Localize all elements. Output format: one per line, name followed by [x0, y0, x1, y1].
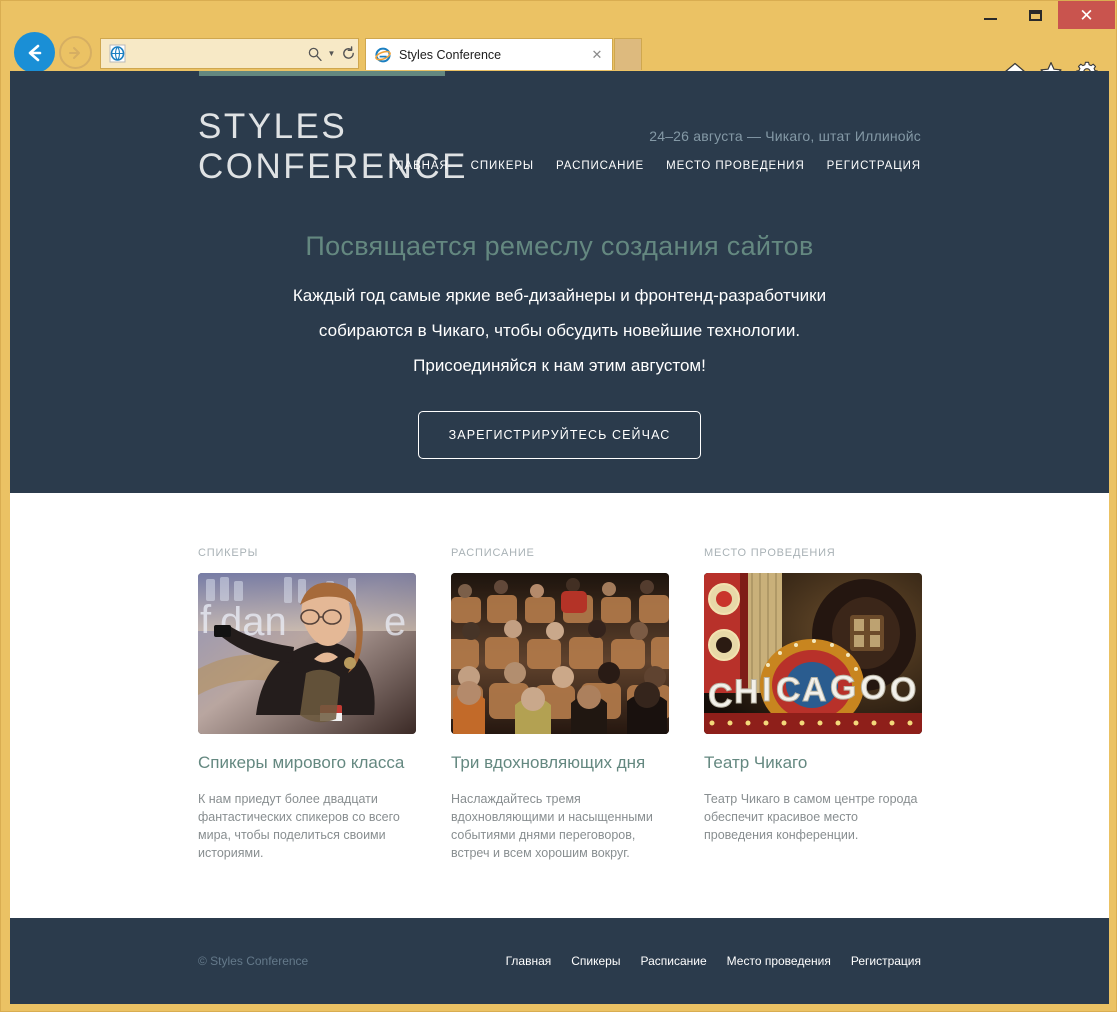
svg-text:H: H — [734, 673, 759, 711]
nav-item-venue[interactable]: МЕСТО ПРОВЕДЕНИЯ — [666, 160, 805, 172]
minimize-icon — [984, 17, 997, 20]
logo-line-1: STYLES — [198, 107, 348, 146]
footer-link-home[interactable]: Главная — [506, 954, 552, 968]
browser-toolbar: ▼ Styles Conference ✕ — [1, 29, 1116, 83]
page-load-progress-bar — [199, 71, 445, 76]
register-now-button[interactable]: ЗАРЕГИСТРИРУЙТЕСЬ СЕЙЧАС — [417, 411, 702, 459]
site-footer: © Styles Conference Главная Спикеры Расп… — [10, 918, 1109, 1004]
new-tab-button[interactable] — [614, 38, 642, 70]
search-icon[interactable] — [305, 47, 325, 61]
teaser-label-speakers: СПИКЕРЫ — [198, 547, 259, 559]
maximize-button[interactable] — [1013, 1, 1058, 29]
teaser-card-speakers[interactable]: СПИКЕРЫ f dan e Спикеры мирового класса … — [198, 547, 416, 862]
close-window-button[interactable]: ✕ — [1058, 1, 1115, 29]
page-viewport: STYLES CONFERENCE 24–26 августа — Чикаго… — [10, 71, 1109, 1004]
copyright-text: © Styles Conference — [198, 954, 309, 968]
svg-text:e: e — [384, 600, 406, 644]
svg-text:A: A — [802, 671, 827, 709]
nav-item-register[interactable]: РЕГИСТРАЦИЯ — [827, 160, 921, 172]
teaser-text-speakers: К нам приедут более двадцати фантастичес… — [198, 792, 400, 860]
nav-item-speakers[interactable]: СПИКЕРЫ — [471, 160, 534, 172]
hero-section: STYLES CONFERENCE 24–26 августа — Чикаго… — [10, 71, 1109, 493]
svg-text:f: f — [200, 598, 212, 642]
teaser-card-schedule[interactable]: РАСПИСАНИЕ Три вдохновляющих дня Наслажд… — [451, 547, 669, 862]
hero-content: Посвящается ремеслу создания сайтов Кажд… — [198, 203, 921, 459]
hero-line-2: собираются в Чикаго, чтобы обсудить нове… — [318, 321, 801, 340]
teaser-text-venue: Театр Чикаго в самом центре города обесп… — [704, 792, 918, 842]
close-icon: ✕ — [1079, 5, 1094, 25]
address-input[interactable] — [130, 39, 305, 68]
site-logo[interactable]: STYLES CONFERENCE — [198, 107, 468, 187]
svg-text:C: C — [776, 671, 801, 709]
site-tagline: 24–26 августа — Чикаго, штат Иллинойс — [649, 128, 921, 144]
teaser-label-schedule: РАСПИСАНИЕ — [451, 547, 535, 559]
chevron-down-icon[interactable]: ▼ — [325, 49, 338, 58]
back-button[interactable] — [14, 32, 55, 73]
browser-window: ✕ ▼ Styles Conference ✕ STYLES CONFERENC… — [0, 0, 1117, 1012]
page-icon — [104, 44, 130, 63]
site-masthead: STYLES CONFERENCE 24–26 августа — Чикаго… — [198, 107, 921, 203]
teaser-title-speakers[interactable]: Спикеры мирового класса — [198, 753, 416, 773]
svg-text:G: G — [830, 669, 856, 707]
primary-navigation: ГЛАВНАЯ СПИКЕРЫ РАСПИСАНИЕ МЕСТО ПРОВЕДЕ… — [390, 160, 921, 172]
nav-item-schedule[interactable]: РАСПИСАНИЕ — [556, 160, 644, 172]
tab-styles-conference[interactable]: Styles Conference ✕ — [365, 38, 613, 70]
tab-strip: Styles Conference ✕ — [365, 38, 642, 70]
nav-item-home[interactable]: ГЛАВНАЯ — [390, 160, 449, 172]
teaser-card-venue[interactable]: МЕСТО ПРОВЕДЕНИЯ C H I C A G O O Театр Ч… — [704, 547, 922, 862]
back-arrow-icon — [28, 44, 41, 61]
tab-close-icon[interactable]: ✕ — [588, 48, 606, 61]
tab-title: Styles Conference — [399, 47, 502, 62]
teaser-label-venue: МЕСТО ПРОВЕДЕНИЯ — [704, 547, 836, 559]
teasers-section: СПИКЕРЫ f dan e Спикеры мирового класса … — [10, 493, 1109, 918]
maximize-icon — [1029, 9, 1042, 21]
teaser-title-venue[interactable]: Театр Чикаго — [704, 753, 922, 773]
footer-link-venue[interactable]: Место проведения — [727, 954, 831, 968]
chicago-theatre-marquee-photo: CHI CAG OO — [704, 573, 922, 734]
teaser-row: СПИКЕРЫ f dan e Спикеры мирового класса … — [198, 547, 922, 862]
forward-arrow-icon — [68, 46, 80, 59]
svg-text:O: O — [860, 669, 886, 707]
minimize-button[interactable] — [968, 1, 1013, 29]
svg-text:C: C — [708, 677, 733, 715]
footer-link-speakers[interactable]: Спикеры — [571, 954, 620, 968]
refresh-icon[interactable] — [338, 46, 358, 61]
teaser-text-schedule: Наслаждайтесь тремя вдохновляющими и нас… — [451, 792, 653, 860]
hero-line-3: Присоединяйся к нам этим августом! — [413, 356, 706, 375]
hero-heading: Посвящается ремеслу создания сайтов — [305, 231, 814, 261]
footer-link-schedule[interactable]: Расписание — [640, 954, 706, 968]
teaser-title-schedule[interactable]: Три вдохновляющих дня — [451, 753, 669, 773]
svg-text:I: I — [762, 671, 771, 709]
footer-link-register[interactable]: Регистрация — [851, 954, 921, 968]
footer-navigation: Главная Спикеры Расписание Место проведе… — [506, 954, 921, 968]
hero-line-1: Каждый год самые яркие веб-дизайнеры и ф… — [292, 286, 827, 305]
forward-button[interactable] — [59, 36, 92, 69]
conference-audience-photo — [451, 573, 669, 734]
address-bar[interactable]: ▼ — [100, 38, 359, 69]
speaker-presenting-photo: f dan e — [198, 573, 416, 734]
svg-text:O: O — [890, 671, 916, 709]
internet-explorer-icon — [374, 46, 392, 64]
window-titlebar: ✕ — [1, 1, 1116, 29]
